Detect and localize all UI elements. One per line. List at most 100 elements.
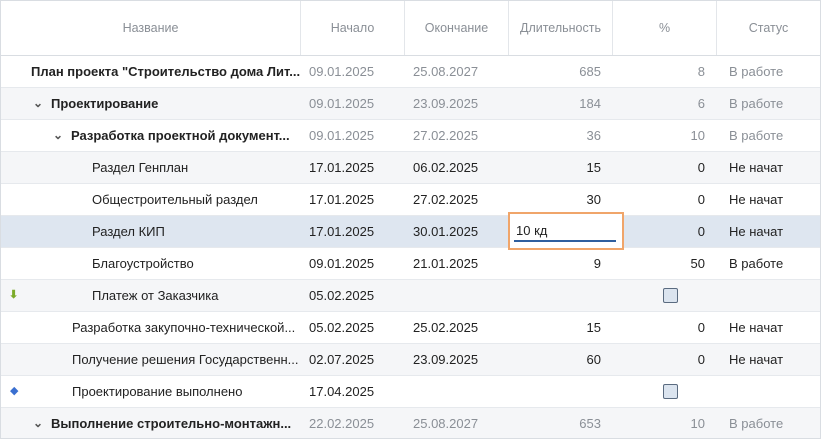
- task-percent[interactable]: 6: [613, 88, 717, 119]
- table-row-selected[interactable]: Раздел КИП 17.01.2025 30.01.2025 0 Не на…: [1, 212, 820, 250]
- task-duration[interactable]: 36: [509, 120, 613, 151]
- duration-input[interactable]: [514, 220, 616, 242]
- task-start[interactable]: 09.01.2025: [301, 248, 405, 279]
- task-name: Проектирование выполнено: [72, 384, 243, 399]
- task-end[interactable]: 21.01.2025: [405, 248, 509, 279]
- table-row[interactable]: ◆ Проектирование выполнено 17.04.2025: [1, 376, 820, 408]
- task-duration[interactable]: 9: [509, 248, 613, 279]
- task-name-cell[interactable]: ⬇ Платеж от Заказчика: [1, 280, 301, 311]
- task-percent[interactable]: 0: [613, 216, 717, 247]
- task-start[interactable]: 17.01.2025: [301, 216, 405, 247]
- task-status[interactable]: Не начат: [717, 312, 820, 343]
- table-row[interactable]: ⌄ Выполнение строительно-монтажн... 22.0…: [1, 408, 820, 438]
- task-end[interactable]: [405, 280, 509, 311]
- task-duration[interactable]: 60: [509, 344, 613, 375]
- task-duration[interactable]: 685: [509, 56, 613, 87]
- chevron-down-icon[interactable]: ⌄: [33, 88, 43, 119]
- task-percent[interactable]: 0: [613, 312, 717, 343]
- task-start[interactable]: 22.02.2025: [301, 408, 405, 438]
- task-name[interactable]: Получение решения Государственн...: [1, 344, 301, 375]
- task-status[interactable]: В работе: [717, 120, 820, 151]
- task-status[interactable]: [717, 280, 820, 311]
- task-name[interactable]: План проекта "Строительство дома Лит...: [1, 56, 301, 87]
- task-status[interactable]: [717, 376, 820, 407]
- task-start[interactable]: 17.04.2025: [301, 376, 405, 407]
- column-header-duration[interactable]: Длительность: [509, 1, 613, 55]
- task-start[interactable]: 05.02.2025: [301, 280, 405, 311]
- task-end[interactable]: 06.02.2025: [405, 152, 509, 183]
- task-percent[interactable]: 50: [613, 248, 717, 279]
- task-end[interactable]: 23.09.2025: [405, 344, 509, 375]
- task-percent-cell[interactable]: [613, 280, 717, 311]
- task-name-cell[interactable]: ⌄ Разработка проектной документ...: [1, 120, 301, 151]
- task-percent[interactable]: 10: [613, 408, 717, 438]
- task-start[interactable]: 09.01.2025: [301, 88, 405, 119]
- task-start[interactable]: 05.02.2025: [301, 312, 405, 343]
- task-duration[interactable]: 653: [509, 408, 613, 438]
- task-name: Разработка проектной документ...: [71, 128, 290, 143]
- task-status[interactable]: Не начат: [717, 152, 820, 183]
- task-duration[interactable]: 184: [509, 88, 613, 119]
- task-percent-cell[interactable]: [613, 376, 717, 407]
- column-header-name[interactable]: Название: [1, 1, 301, 55]
- task-duration[interactable]: [509, 280, 613, 311]
- task-start[interactable]: 17.01.2025: [301, 152, 405, 183]
- task-end[interactable]: 27.02.2025: [405, 120, 509, 151]
- table-row[interactable]: Благоустройство 09.01.2025 21.01.2025 9 …: [1, 248, 820, 280]
- task-name-cell[interactable]: ⌄ Выполнение строительно-монтажн...: [1, 408, 301, 438]
- task-end[interactable]: 25.08.2027: [405, 56, 509, 87]
- task-status[interactable]: Не начат: [717, 344, 820, 375]
- diamond-icon: ◆: [10, 385, 19, 397]
- grid-header: Название Начало Окончание Длительность %…: [1, 1, 820, 56]
- milestone-checkbox[interactable]: [663, 288, 678, 304]
- task-name[interactable]: Раздел КИП: [1, 216, 301, 247]
- task-percent[interactable]: 10: [613, 120, 717, 151]
- column-header-percent[interactable]: %: [613, 1, 717, 55]
- task-start[interactable]: 09.01.2025: [301, 56, 405, 87]
- table-row[interactable]: ⬇ Платеж от Заказчика 05.02.2025: [1, 280, 820, 312]
- task-name[interactable]: Разработка закупочно-технической...: [1, 312, 301, 343]
- column-header-end[interactable]: Окончание: [405, 1, 509, 55]
- table-row[interactable]: ⌄ Разработка проектной документ... 09.01…: [1, 120, 820, 152]
- task-percent[interactable]: 8: [613, 56, 717, 87]
- task-duration[interactable]: 30: [509, 184, 613, 215]
- task-end[interactable]: [405, 376, 509, 407]
- task-status[interactable]: В работе: [717, 248, 820, 279]
- task-name-cell[interactable]: ⌄ Проектирование: [1, 88, 301, 119]
- task-end[interactable]: 23.09.2025: [405, 88, 509, 119]
- task-duration[interactable]: [509, 376, 613, 407]
- task-percent[interactable]: 0: [613, 344, 717, 375]
- task-status[interactable]: В работе: [717, 408, 820, 438]
- column-header-start[interactable]: Начало: [301, 1, 405, 55]
- task-name[interactable]: Раздел Генплан: [1, 152, 301, 183]
- task-percent[interactable]: 0: [613, 184, 717, 215]
- task-name[interactable]: Благоустройство: [1, 248, 301, 279]
- task-percent[interactable]: 0: [613, 152, 717, 183]
- chevron-down-icon[interactable]: ⌄: [53, 120, 63, 151]
- table-row[interactable]: ⌄ Проектирование 09.01.2025 23.09.2025 1…: [1, 88, 820, 120]
- task-start[interactable]: 09.01.2025: [301, 120, 405, 151]
- task-end[interactable]: 30.01.2025: [405, 216, 509, 247]
- task-end[interactable]: 27.02.2025: [405, 184, 509, 215]
- task-end[interactable]: 25.02.2025: [405, 312, 509, 343]
- milestone-checkbox[interactable]: [663, 384, 678, 400]
- table-row[interactable]: План проекта "Строительство дома Лит... …: [1, 56, 820, 88]
- table-row[interactable]: Раздел Генплан 17.01.2025 06.02.2025 15 …: [1, 152, 820, 184]
- task-duration[interactable]: 15: [509, 152, 613, 183]
- table-row[interactable]: Разработка закупочно-технической... 05.0…: [1, 312, 820, 344]
- task-name-cell[interactable]: ◆ Проектирование выполнено: [1, 376, 301, 407]
- task-status[interactable]: В работе: [717, 56, 820, 87]
- column-header-status[interactable]: Статус: [717, 1, 820, 55]
- table-row[interactable]: Получение решения Государственн... 02.07…: [1, 344, 820, 376]
- task-name[interactable]: Общестроительный раздел: [1, 184, 301, 215]
- task-start[interactable]: 17.01.2025: [301, 184, 405, 215]
- task-status[interactable]: Не начат: [717, 216, 820, 247]
- chevron-down-icon[interactable]: ⌄: [33, 408, 43, 438]
- task-duration[interactable]: 15: [509, 312, 613, 343]
- table-row[interactable]: Общестроительный раздел 17.01.2025 27.02…: [1, 184, 820, 216]
- task-status[interactable]: В работе: [717, 88, 820, 119]
- gantt-task-grid: Название Начало Окончание Длительность %…: [0, 0, 821, 439]
- task-end[interactable]: 25.08.2027: [405, 408, 509, 438]
- task-status[interactable]: Не начат: [717, 184, 820, 215]
- task-start[interactable]: 02.07.2025: [301, 344, 405, 375]
